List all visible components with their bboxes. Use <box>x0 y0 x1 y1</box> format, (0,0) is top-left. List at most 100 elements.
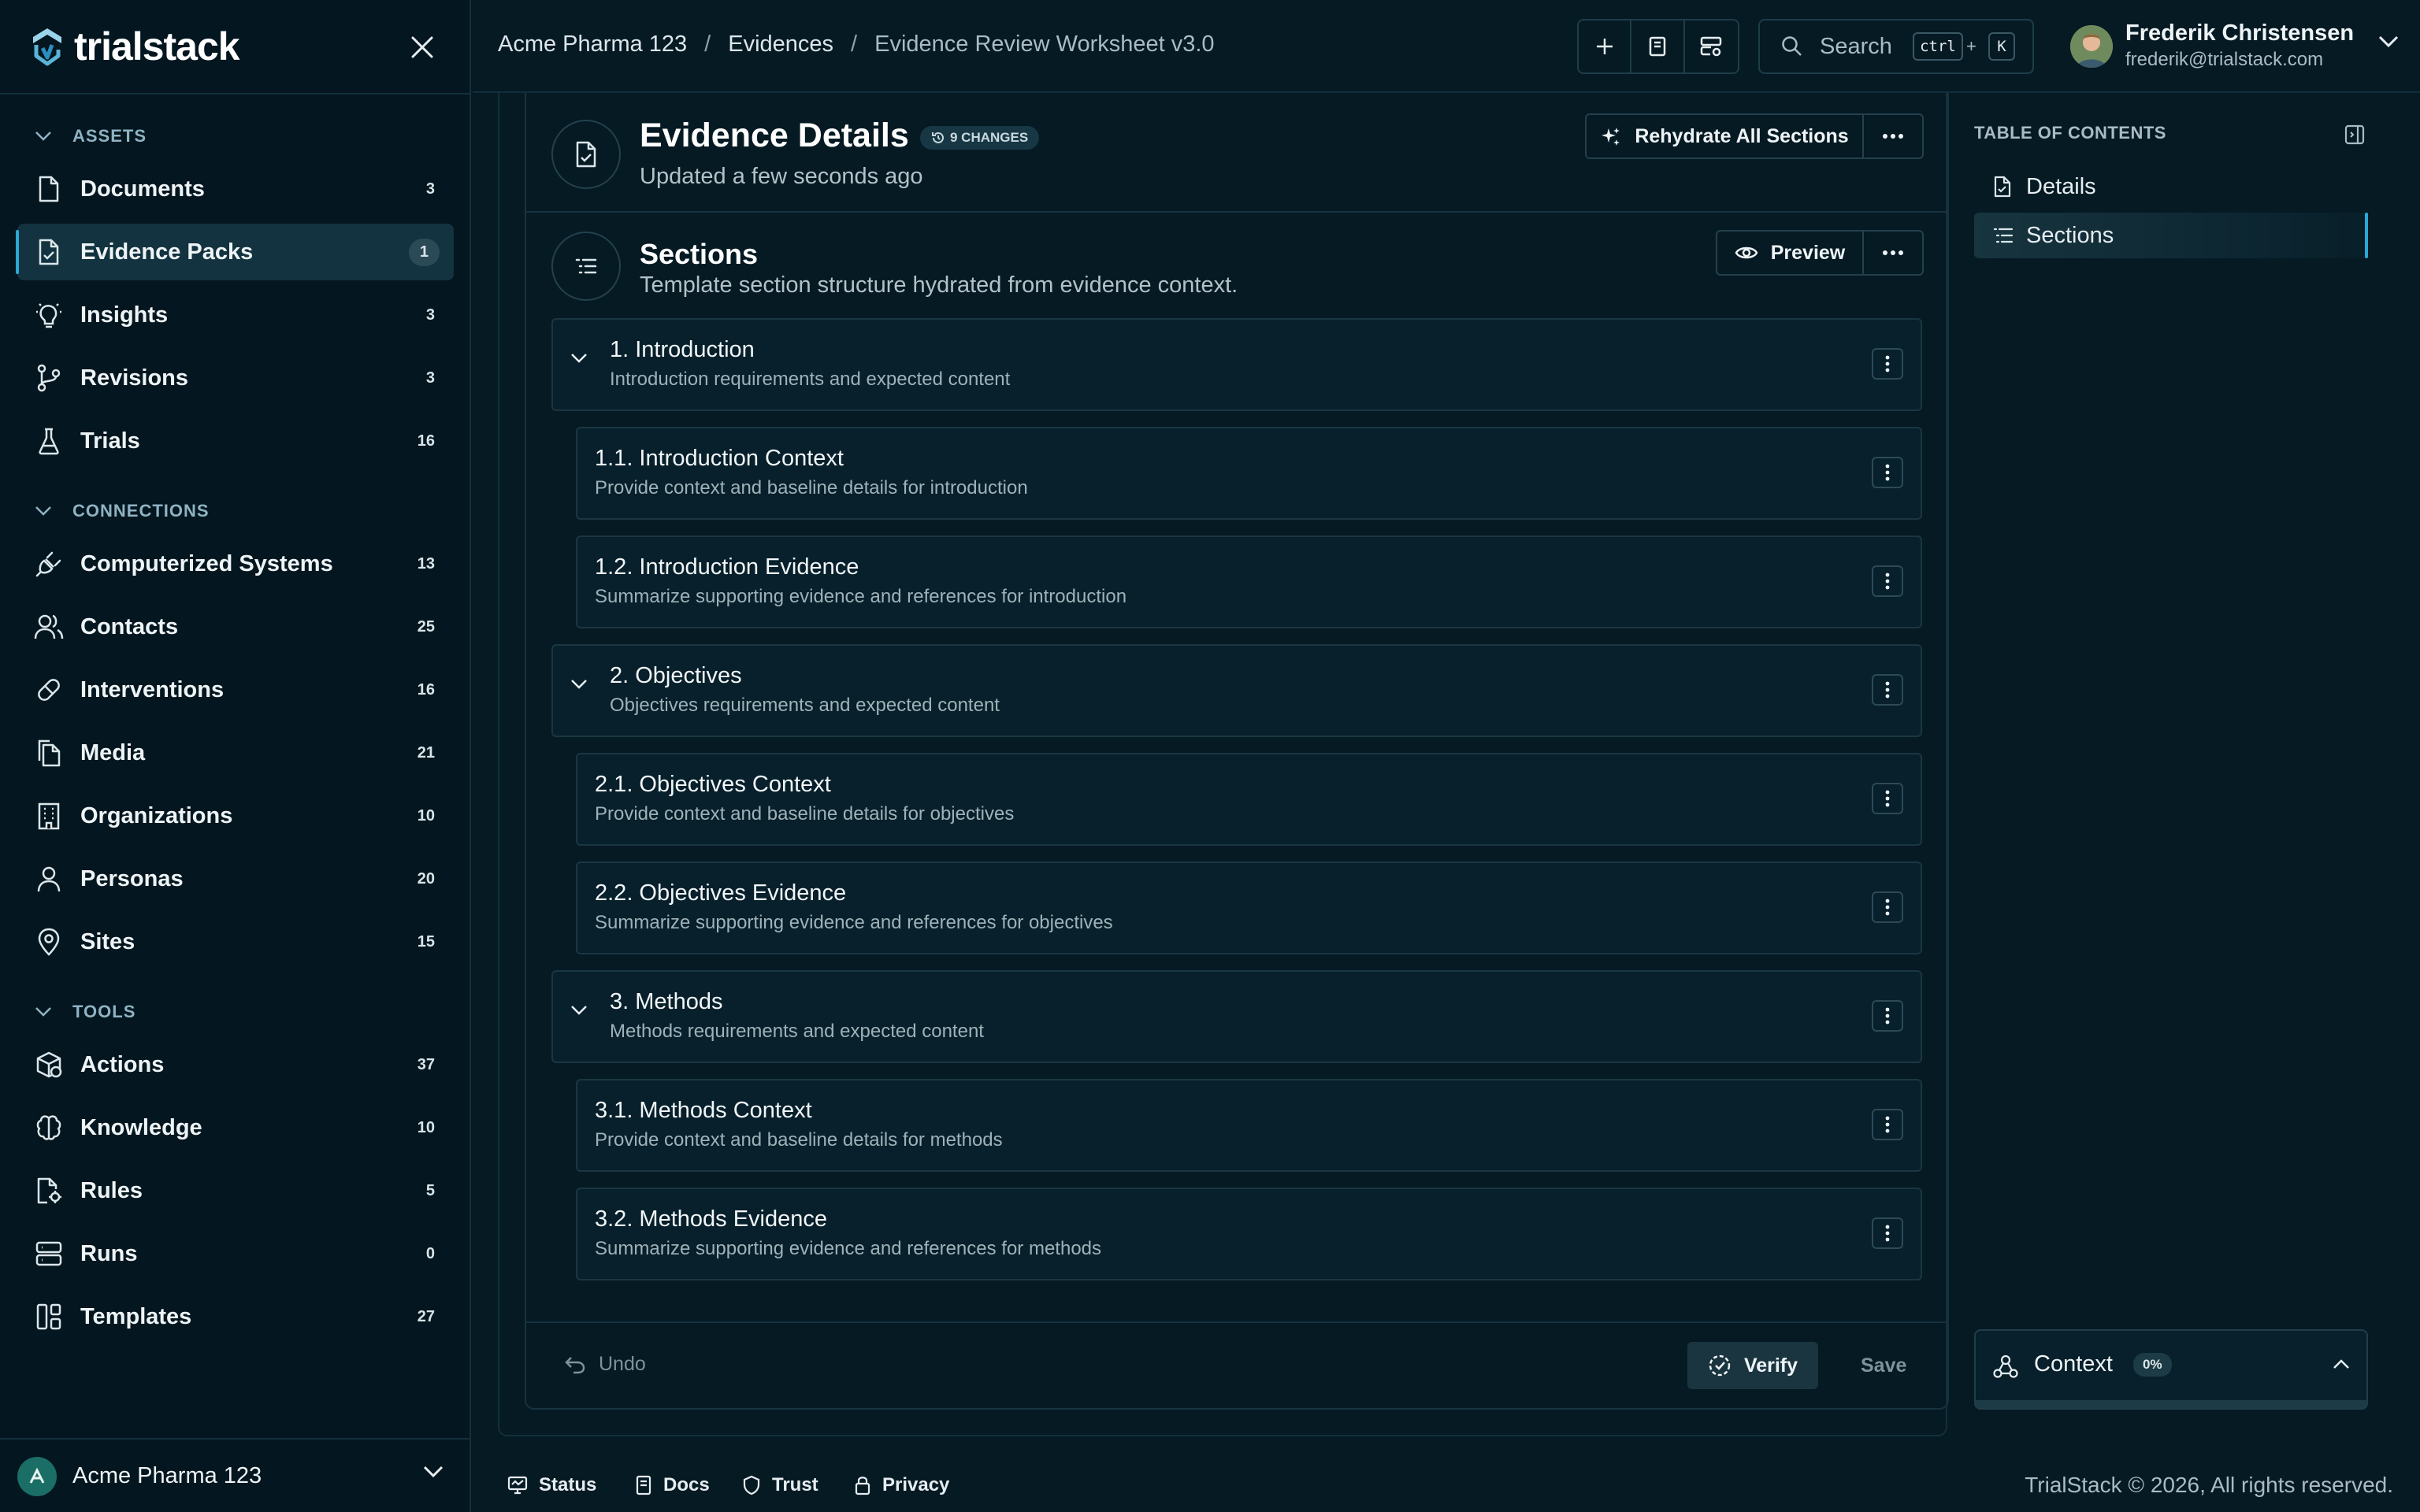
chevron-down-icon[interactable] <box>570 679 588 690</box>
more-vertical-icon[interactable] <box>1872 348 1903 380</box>
section-row[interactable]: 2. Objectives Objectives requirements and… <box>551 644 1922 737</box>
save-button[interactable]: Save <box>1861 1354 1906 1377</box>
section-connections[interactable]: CONNECTIONS <box>35 495 210 527</box>
logo[interactable]: trialstack <box>28 24 240 69</box>
rehydrate-all-button[interactable]: Rehydrate All Sections <box>1587 115 1864 158</box>
details-more-button[interactable] <box>1864 115 1922 158</box>
breadcrumb-evidences[interactable]: Evidences <box>728 32 833 57</box>
history-icon <box>931 131 945 145</box>
sidebar-item-runs[interactable]: Runs 0 <box>17 1225 454 1282</box>
section-row[interactable]: 3. Methods Methods requirements and expec… <box>551 970 1922 1063</box>
avatar[interactable] <box>2070 25 2113 68</box>
context-progress-bar <box>1976 1400 2366 1408</box>
search-input[interactable]: Search ctrl + K <box>1758 19 2034 74</box>
section-title: 3.2. Methods Evidence <box>595 1206 828 1232</box>
sidebar-item-personas[interactable]: Personas 20 <box>17 850 454 907</box>
sidebar-item-organizations[interactable]: Organizations 10 <box>17 788 454 844</box>
sidebar-item-label: Personas <box>80 865 184 891</box>
eye-icon <box>1735 244 1758 261</box>
sidebar-item-label: Evidence Packs <box>80 239 254 265</box>
more-vertical-icon[interactable] <box>1872 891 1903 923</box>
org-switcher[interactable]: Acme Pharma 123 <box>0 1438 471 1512</box>
sidebar-item-computerized-systems[interactable]: Computerized Systems 13 <box>17 536 454 592</box>
panel-collapse-icon[interactable] <box>2344 124 2365 145</box>
toc-item-details[interactable]: Details <box>1974 164 2368 209</box>
sidebar-item-count: 20 <box>417 869 435 888</box>
sidebar-item-interventions[interactable]: Interventions 16 <box>17 662 454 718</box>
trust-link[interactable]: Trust <box>742 1474 818 1496</box>
shield-icon <box>742 1475 761 1495</box>
section-description: Methods requirements and expected conten… <box>610 1021 984 1042</box>
top-bar: Acme Pharma 123 / Evidences / Evidence R… <box>473 0 2420 93</box>
server-cog-icon <box>1699 35 1723 57</box>
section-title: 2.1. Objectives Context <box>595 772 831 797</box>
subsection-row[interactable]: 1.1. Introduction Context Provide context… <box>576 427 1922 520</box>
section-title: ASSETS <box>72 126 147 146</box>
close-sidebar-button[interactable] <box>403 28 441 66</box>
section-title: 1.2. Introduction Evidence <box>595 554 859 580</box>
subsection-row[interactable]: 2.2. Objectives Evidence Summarize suppor… <box>576 862 1922 954</box>
docs-link[interactable]: Docs <box>635 1474 710 1496</box>
subsection-row[interactable]: 2.1. Objectives Context Provide context a… <box>576 753 1922 846</box>
sidebar-item-count: 16 <box>417 432 435 450</box>
more-vertical-icon[interactable] <box>1872 1217 1903 1249</box>
section-assets[interactable]: ASSETS <box>35 120 147 152</box>
sidebar-item-knowledge[interactable]: Knowledge 10 <box>17 1099 454 1156</box>
section-title: 2. Objectives <box>610 663 742 688</box>
org-avatar <box>17 1457 57 1496</box>
breadcrumb-org[interactable]: Acme Pharma 123 <box>498 32 687 57</box>
section-tools[interactable]: TOOLS <box>35 996 135 1028</box>
chevron-up-icon[interactable] <box>2332 1358 2351 1370</box>
toc-item-label: Details <box>2026 173 2096 199</box>
sidebar-item-count: 37 <box>417 1055 435 1073</box>
verify-button[interactable]: Verify <box>1687 1342 1818 1389</box>
trialstack-logo-icon <box>28 26 66 67</box>
more-vertical-icon[interactable] <box>1872 1000 1903 1032</box>
sidebar-item-documents[interactable]: Documents 3 <box>17 161 454 217</box>
sidebar-item-label: Insights <box>80 302 169 328</box>
preview-button[interactable]: Preview <box>1717 232 1864 274</box>
sidebar-item-insights[interactable]: Insights 3 <box>17 287 454 343</box>
create-button[interactable] <box>1579 20 1632 72</box>
sidebar-item-revisions[interactable]: Revisions 3 <box>17 350 454 406</box>
context-panel[interactable]: Context 0% <box>1974 1329 2368 1410</box>
sidebar-item-trials[interactable]: Trials 16 <box>17 413 454 469</box>
sidebar-item-media[interactable]: Media 21 <box>17 724 454 781</box>
more-vertical-icon[interactable] <box>1872 783 1903 814</box>
sidebar-item-label: Actions <box>80 1051 165 1077</box>
sidebar-item-templates[interactable]: Templates 27 <box>17 1288 454 1345</box>
more-vertical-icon[interactable] <box>1872 565 1903 597</box>
undo-button[interactable]: Undo <box>564 1353 646 1376</box>
file-check-icon <box>1993 176 2012 198</box>
trust-label: Trust <box>772 1474 818 1495</box>
more-vertical-icon[interactable] <box>1872 457 1903 488</box>
sidebar-item-contacts[interactable]: Contacts 25 <box>17 598 454 655</box>
details-icon-badge <box>551 120 621 189</box>
database-button[interactable] <box>1685 20 1738 72</box>
sidebar-item-evidence-packs[interactable]: Evidence Packs 1 <box>16 224 454 280</box>
chevron-down-icon[interactable] <box>570 353 588 364</box>
subsection-row[interactable]: 3.1. Methods Context Provide context and … <box>576 1079 1922 1172</box>
sidebar-item-rules[interactable]: Rules 5 <box>17 1162 454 1219</box>
more-vertical-icon[interactable] <box>1872 674 1903 706</box>
sidebar-item-actions[interactable]: Actions 37 <box>17 1036 454 1093</box>
monitor-icon <box>507 1476 528 1495</box>
section-row[interactable]: 1. Introduction Introduction requirements… <box>551 318 1922 411</box>
subsection-row[interactable]: 1.2. Introduction Evidence Summarize supp… <box>576 536 1922 628</box>
privacy-link[interactable]: Privacy <box>854 1474 949 1496</box>
subsection-row[interactable]: 3.2. Methods Evidence Summarize supportin… <box>576 1188 1922 1280</box>
section-title: 1.1. Introduction Context <box>595 446 844 471</box>
notes-button[interactable] <box>1631 20 1685 72</box>
sidebar-item-count: 0 <box>425 1244 435 1262</box>
status-link[interactable]: Status <box>507 1474 596 1496</box>
changes-badge[interactable]: 9 CHANGES <box>920 126 1040 150</box>
chevron-down-icon[interactable] <box>2377 35 2400 49</box>
chevron-down-icon[interactable] <box>570 1005 588 1016</box>
sections-more-button[interactable] <box>1864 232 1922 274</box>
sidebar-item-count: 1 <box>408 238 440 266</box>
sidebar-item-sites[interactable]: Sites 15 <box>17 914 454 970</box>
undo-icon <box>564 1355 586 1374</box>
more-vertical-icon[interactable] <box>1872 1109 1903 1140</box>
sidebar-item-label: Runs <box>80 1240 138 1266</box>
toc-item-sections[interactable]: Sections <box>1974 213 2368 258</box>
